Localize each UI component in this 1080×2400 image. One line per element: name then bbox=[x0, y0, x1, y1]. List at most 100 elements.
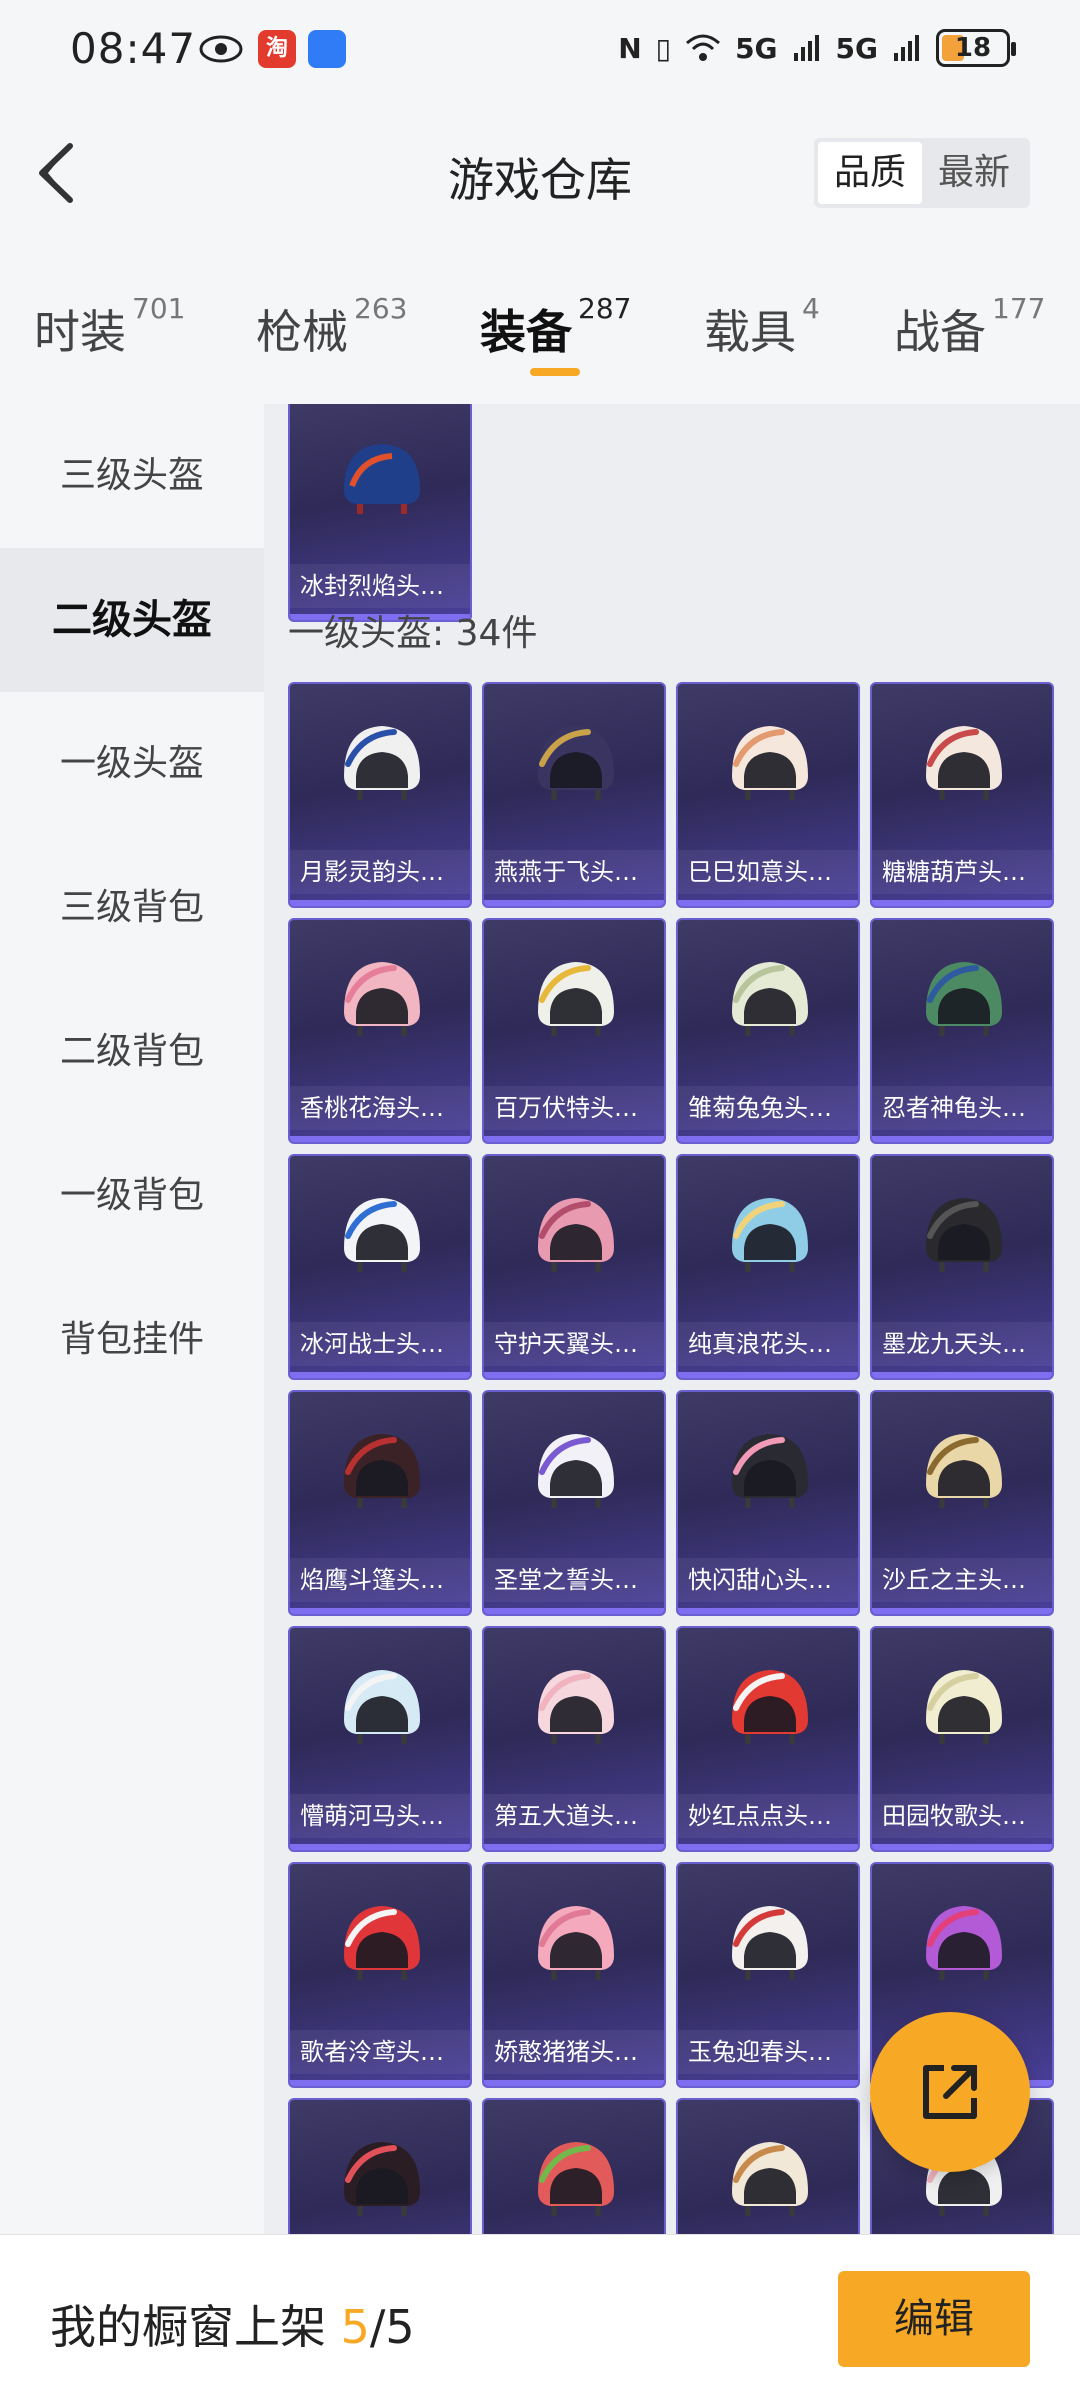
helmet-icon bbox=[926, 1198, 1002, 1272]
item-card[interactable]: 巳巳如意头盔... bbox=[676, 682, 860, 908]
item-card[interactable]: 月影灵韵头盔... bbox=[288, 682, 472, 908]
item-name: 香桃花海头盔... bbox=[290, 1086, 470, 1130]
item-card[interactable]: 百万伏特头盔... bbox=[482, 918, 666, 1144]
helmet-icon bbox=[732, 1434, 808, 1508]
helmet-icon bbox=[538, 1434, 614, 1508]
helmet-icon bbox=[344, 962, 420, 1036]
sidebar: 三级头盔 二级头盔 一级头盔 三级背包 二级背包 一级背包 背包挂件 bbox=[0, 404, 264, 2234]
item-name: 沙丘之主头盔... bbox=[872, 1558, 1052, 1602]
item-card[interactable]: 田园牧歌头盔... bbox=[870, 1626, 1054, 1852]
helmet-icon bbox=[926, 1670, 1002, 1744]
tab-label: 装备 bbox=[480, 305, 572, 359]
helmet-icon bbox=[538, 962, 614, 1036]
item-card[interactable]: 忍者神龟头盔... bbox=[870, 918, 1054, 1144]
item-card[interactable]: 墨龙九天头盔... bbox=[870, 1154, 1054, 1380]
sort-toggle[interactable]: 品质 最新 bbox=[813, 138, 1030, 208]
header: 游戏仓库 品质 最新 bbox=[0, 96, 1080, 246]
item-card[interactable]: 懵萌河马头盔... bbox=[288, 1626, 472, 1852]
item-card[interactable]: 冰河战士头盔... bbox=[288, 1154, 472, 1380]
item-card[interactable]: 玉兔迎春头盔... bbox=[676, 1862, 860, 2088]
item-name: 忍者神龟头盔... bbox=[872, 1086, 1052, 1130]
item-grid-area[interactable]: 冰封烈焰头盔... 一级头盔: 34件 月影灵韵头盔... 燕燕于飞头盔... 巳巳… bbox=[264, 404, 1080, 2234]
signal-bars-icon-2 bbox=[894, 35, 919, 61]
helmet-icon bbox=[538, 1670, 614, 1744]
item-card[interactable]: 糖糖葫芦头盔... bbox=[870, 682, 1054, 908]
item-name: 快闪甜心头盔... bbox=[678, 1558, 858, 1602]
item-card[interactable]: 冰封烈焰头盔... bbox=[288, 404, 472, 622]
helmet-icon bbox=[538, 2142, 614, 2216]
helmet-icon bbox=[926, 962, 1002, 1036]
tab-equipment[interactable]: 装备 287 bbox=[480, 292, 631, 362]
vibrate-icon: ▯ bbox=[655, 31, 672, 65]
item-card[interactable]: 香桃花海头盔... bbox=[288, 918, 472, 1144]
signal-bars-icon bbox=[793, 35, 819, 61]
bottom-bar: 我的橱窗上架 5/5 编辑 bbox=[0, 2234, 1080, 2400]
helmet-icon bbox=[538, 726, 614, 800]
sidebar-item-level3-helmet[interactable]: 三级头盔 bbox=[0, 404, 264, 548]
helmet-icon bbox=[344, 726, 420, 800]
item-card[interactable] bbox=[676, 2098, 860, 2234]
tab-count: 4 bbox=[802, 292, 820, 325]
item-card[interactable]: 雏菊兔兔头盔... bbox=[676, 918, 860, 1144]
item-name: 歌者泠鸢头盔... bbox=[290, 2030, 470, 2074]
item-card[interactable] bbox=[482, 2098, 666, 2234]
share-button[interactable] bbox=[870, 2012, 1030, 2172]
item-card[interactable]: 妙红点点头盔... bbox=[676, 1626, 860, 1852]
helmet-icon bbox=[732, 2142, 808, 2216]
item-name: 第五大道头盔... bbox=[484, 1794, 664, 1838]
sidebar-item-level2-backpack[interactable]: 二级背包 bbox=[0, 980, 264, 1124]
helmet-icon bbox=[344, 2142, 420, 2216]
sort-by-quality[interactable]: 品质 bbox=[817, 142, 922, 204]
item-name: 田园牧歌头盔... bbox=[872, 1794, 1052, 1838]
section-title: 一级头盔: 34件 bbox=[288, 613, 538, 654]
status-bar: 08:47 淘 N ▯ 5G 5G 18 bbox=[0, 0, 1080, 96]
tab-combat-gear[interactable]: 战备 177 bbox=[894, 292, 1045, 362]
sort-by-newest[interactable]: 最新 bbox=[922, 142, 1026, 204]
item-card[interactable]: 沙丘之主头盔... bbox=[870, 1390, 1054, 1616]
sidebar-item-level1-helmet[interactable]: 一级头盔 bbox=[0, 692, 264, 836]
item-card[interactable] bbox=[288, 2098, 472, 2234]
item-card[interactable]: 快闪甜心头盔... bbox=[676, 1390, 860, 1616]
item-card[interactable]: 纯真浪花头盔... bbox=[676, 1154, 860, 1380]
nfc-icon: N bbox=[618, 31, 642, 65]
item-card[interactable]: 燕燕于飞头盔... bbox=[482, 682, 666, 908]
tab-fashion[interactable]: 时装 701 bbox=[34, 292, 185, 362]
edit-button[interactable]: 编辑 bbox=[838, 2271, 1030, 2367]
item-card[interactable]: 圣堂之誓头盔... bbox=[482, 1390, 666, 1616]
helmet-icon bbox=[344, 1198, 420, 1272]
sidebar-item-level1-backpack[interactable]: 一级背包 bbox=[0, 1124, 264, 1268]
item-card[interactable]: 歌者泠鸢头盔... bbox=[288, 1862, 472, 2088]
item-card[interactable]: 娇憨猪猪头盔... bbox=[482, 1862, 666, 2088]
item-name: 雏菊兔兔头盔... bbox=[678, 1086, 858, 1130]
helmet-icon bbox=[732, 1670, 808, 1744]
helmet-icon bbox=[732, 1198, 808, 1272]
tab-label: 战备 bbox=[894, 305, 986, 359]
tab-count: 263 bbox=[354, 292, 408, 325]
sidebar-item-level3-backpack[interactable]: 三级背包 bbox=[0, 836, 264, 980]
status-time: 08:47 bbox=[70, 24, 197, 73]
helmet-icon bbox=[732, 962, 808, 1036]
showcase-total: /5 bbox=[369, 2300, 415, 2354]
showcase-current: 5 bbox=[340, 2300, 370, 2354]
item-card[interactable]: 焰鹰斗篷头盔... bbox=[288, 1390, 472, 1616]
item-name: 圣堂之誓头盔... bbox=[484, 1558, 664, 1602]
helmet-icon bbox=[538, 1198, 614, 1272]
item-name: 纯真浪花头盔... bbox=[678, 1322, 858, 1366]
item-name: 冰封烈焰头盔... bbox=[290, 564, 470, 608]
item-name: 月影灵韵头盔... bbox=[290, 850, 470, 894]
item-name: 焰鹰斗篷头盔... bbox=[290, 1558, 470, 1602]
signal-icon-1: 5G bbox=[735, 31, 778, 65]
item-card[interactable]: 第五大道头盔... bbox=[482, 1626, 666, 1852]
sidebar-item-backpack-charm[interactable]: 背包挂件 bbox=[0, 1268, 264, 1412]
taobao-app-icon: 淘 bbox=[258, 30, 296, 68]
item-name: 冰河战士头盔... bbox=[290, 1322, 470, 1366]
active-tab-indicator bbox=[530, 368, 580, 376]
tab-vehicles[interactable]: 载具 4 bbox=[704, 292, 820, 362]
item-name: 妙红点点头盔... bbox=[678, 1794, 858, 1838]
sidebar-item-level2-helmet[interactable]: 二级头盔 bbox=[0, 548, 264, 692]
helmet-icon bbox=[926, 726, 1002, 800]
helmet-icon bbox=[732, 1906, 808, 1980]
tab-firearms[interactable]: 枪械 263 bbox=[256, 292, 407, 362]
item-name: 巳巳如意头盔... bbox=[678, 850, 858, 894]
item-card[interactable]: 守护天翼头盔... bbox=[482, 1154, 666, 1380]
